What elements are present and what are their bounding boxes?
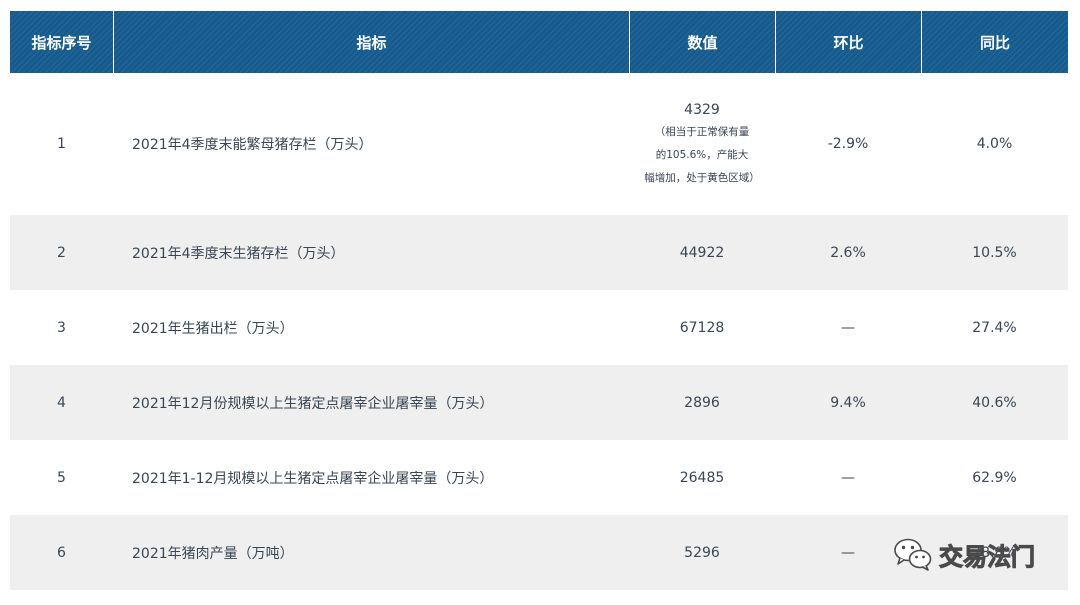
row-mom: — <box>775 290 921 365</box>
table-row: 2 2021年4季度末生猪存栏（万头） 44922 2.6% 10.5% <box>10 215 1068 290</box>
value-note-line: 的105.6%，产能大 <box>655 148 749 161</box>
value-note-line: 幅增加，处于黄色区域） <box>644 171 760 184</box>
table-row: 1 2021年4季度末能繁母猪存栏（万头） 4329 （相当于正常保有量 的10… <box>10 73 1068 215</box>
table-row: 5 2021年1-12月规模以上生猪定点屠宰企业屠宰量（万头） 26485 — … <box>10 440 1068 515</box>
row-yoy: 62.9% <box>921 440 1068 515</box>
wechat-icon <box>894 538 932 571</box>
row-value: 4329 <box>684 101 720 118</box>
header-value: 数值 <box>629 11 775 73</box>
row-mom: -2.9% <box>775 73 921 215</box>
row-indicator: 2021年猪肉产量（万吨） <box>113 515 629 590</box>
row-value: 44922 <box>629 215 775 290</box>
row-value: 67128 <box>629 290 775 365</box>
header-yoy: 同比 <box>921 11 1068 73</box>
row-yoy: 40.6% <box>921 365 1068 440</box>
row-index: 5 <box>10 440 113 515</box>
value-note-line: （相当于正常保有量 <box>654 125 750 138</box>
row-indicator: 2021年4季度末能繁母猪存栏（万头） <box>113 73 629 215</box>
row-index: 1 <box>10 73 113 215</box>
row-mom: — <box>775 440 921 515</box>
row-indicator: 2021年4季度末生猪存栏（万头） <box>113 215 629 290</box>
table-row: 3 2021年生猪出栏（万头） 67128 — 27.4% <box>10 290 1068 365</box>
row-mom: 2.6% <box>775 215 921 290</box>
row-yoy: 10.5% <box>921 215 1068 290</box>
row-indicator: 2021年1-12月规模以上生猪定点屠宰企业屠宰量（万头） <box>113 440 629 515</box>
row-index: 2 <box>10 215 113 290</box>
header-index: 指标序号 <box>10 11 113 73</box>
watermark: 交易法门 <box>893 536 1036 572</box>
row-value: 2896 <box>629 365 775 440</box>
row-index: 4 <box>10 365 113 440</box>
row-yoy: 27.4% <box>921 290 1068 365</box>
header-indicator: 指标 <box>113 11 629 73</box>
table-row: 4 2021年12月份规模以上生猪定点屠宰企业屠宰量（万头） 2896 9.4%… <box>10 365 1068 440</box>
row-mom: 9.4% <box>775 365 921 440</box>
row-index: 3 <box>10 290 113 365</box>
row-indicator: 2021年12月份规模以上生猪定点屠宰企业屠宰量（万头） <box>113 365 629 440</box>
row-indicator: 2021年生猪出栏（万头） <box>113 290 629 365</box>
indicator-table: 指标序号 指标 数值 环比 同比 1 2021年4季度末能繁母猪存栏（万头） 4… <box>10 11 1068 590</box>
row-value: 26485 <box>629 440 775 515</box>
row-value: 5296 <box>629 515 775 590</box>
row-value-cell: 4329 （相当于正常保有量 的105.6%，产能大 幅增加，处于黄色区域） <box>629 73 775 215</box>
table-header-row: 指标序号 指标 数值 环比 同比 <box>10 11 1068 73</box>
header-mom: 环比 <box>775 11 921 73</box>
row-yoy: 4.0% <box>921 73 1068 215</box>
watermark-text: 交易法门 <box>939 542 1036 571</box>
row-index: 6 <box>10 515 113 590</box>
